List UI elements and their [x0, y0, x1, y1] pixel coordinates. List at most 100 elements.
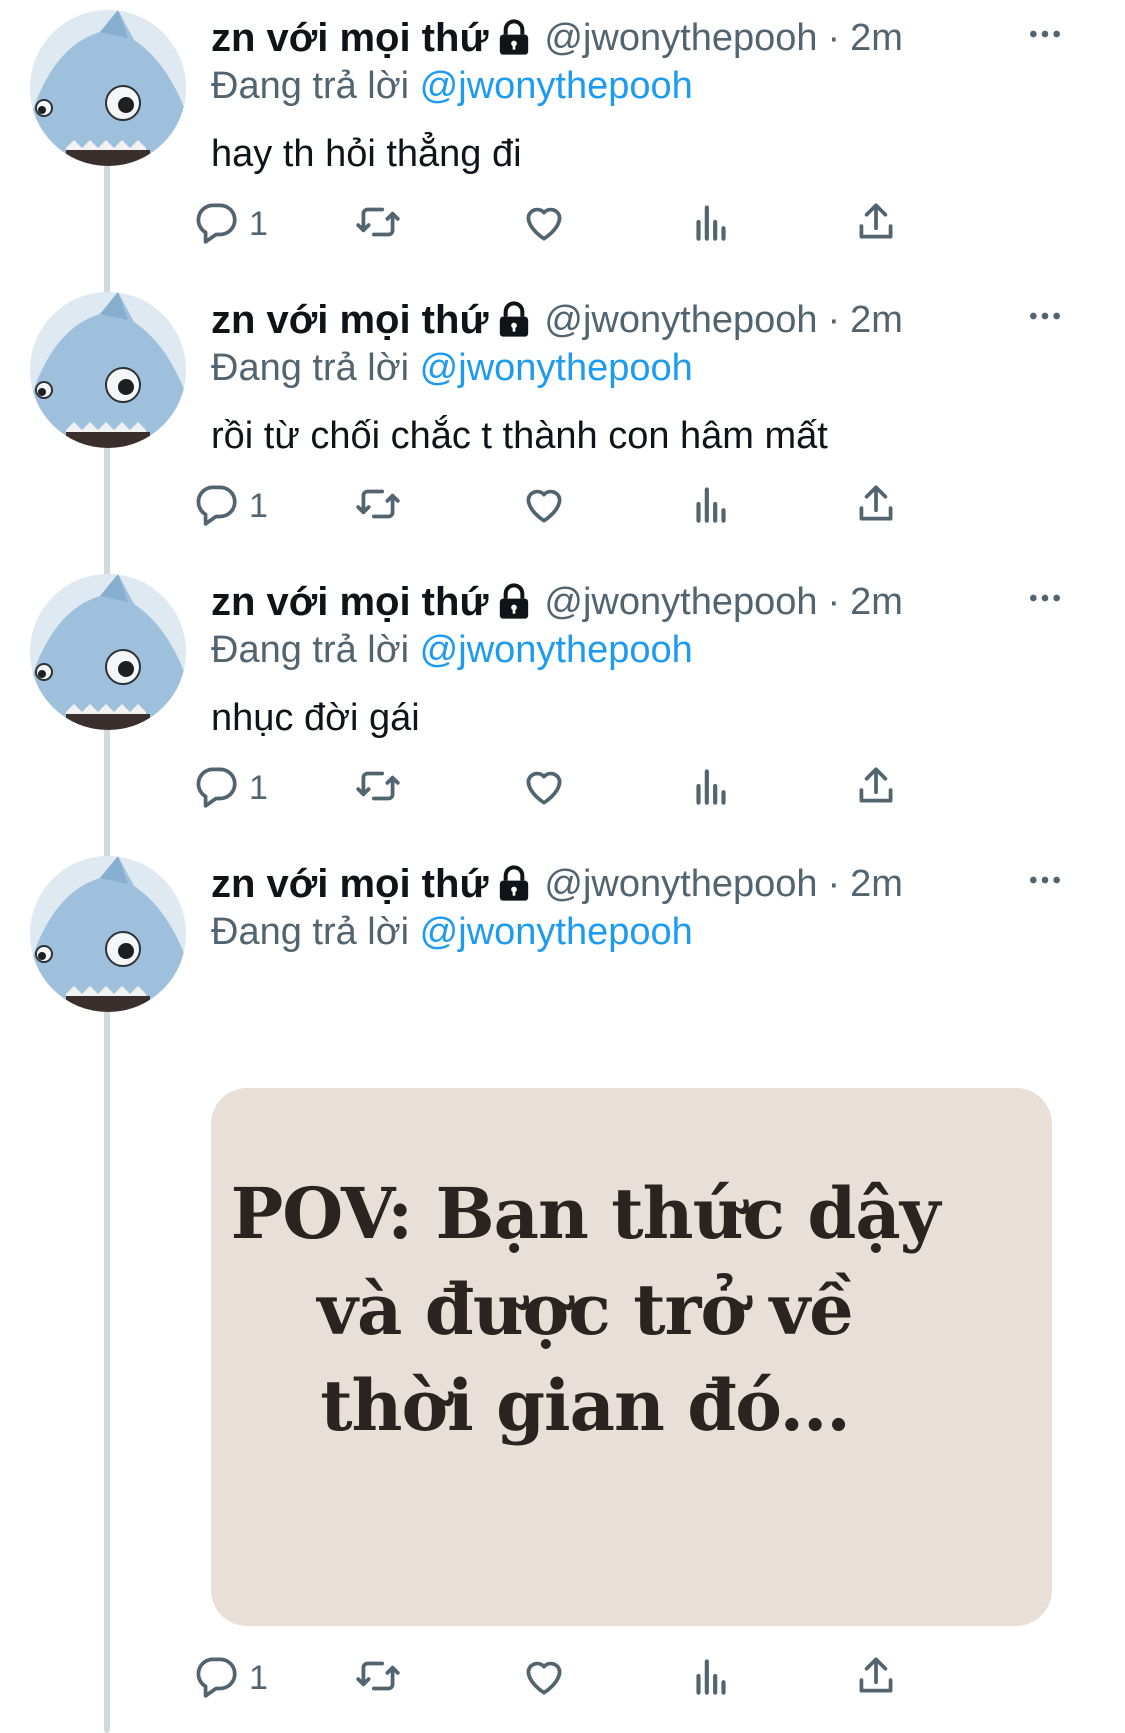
reply-icon: [191, 761, 241, 816]
reply-icon: [191, 479, 241, 534]
tweet-header: zn với mọi thứ @jwonythepooh · 2m: [211, 860, 1125, 908]
lock-icon: [494, 296, 534, 344]
share-button[interactable]: [851, 1650, 901, 1706]
replying-to-mention[interactable]: @jwonythepooh: [420, 347, 693, 389]
reply-button[interactable]: 1: [191, 478, 268, 534]
separator-dot: ·: [827, 581, 841, 623]
replying-to-mention[interactable]: @jwonythepooh: [420, 65, 693, 107]
tweet-media-image[interactable]: POV: Bạn thức dậy và được trở về thời gi…: [211, 1088, 1052, 1626]
tweet-time[interactable]: 2m: [850, 581, 903, 623]
replying-to: Đang trả lời @jwonythepooh: [211, 344, 1125, 392]
retweet-icon: [353, 197, 403, 252]
author-name[interactable]: zn với mọi thứ: [211, 862, 488, 906]
author-handle[interactable]: @jwonythepooh: [544, 17, 817, 59]
more-icon[interactable]: [1025, 860, 1065, 900]
replying-to-mention[interactable]: @jwonythepooh: [420, 629, 693, 671]
author-name[interactable]: zn với mọi thứ: [211, 580, 488, 624]
tweet-content: zn với mọi thứ @jwonythepooh · 2m Đang trả …: [211, 578, 1125, 742]
views-button[interactable]: [686, 1650, 736, 1706]
separator-dot: ·: [827, 17, 841, 59]
more-icon[interactable]: [1025, 14, 1065, 54]
author-handle[interactable]: @jwonythepooh: [544, 581, 817, 623]
like-button[interactable]: [519, 478, 569, 534]
tweet-text: hay th hỏi thẳng đi: [211, 133, 522, 175]
avatar[interactable]: [30, 856, 186, 1012]
author-handle[interactable]: @jwonythepooh: [544, 863, 817, 905]
retweet-button[interactable]: [353, 478, 403, 534]
more-icon[interactable]: [1025, 296, 1065, 336]
lock-icon: [494, 14, 534, 62]
like-button[interactable]: [519, 1650, 569, 1706]
retweet-button[interactable]: [353, 760, 403, 816]
share-icon: [851, 197, 901, 252]
tweet[interactable]: zn với mọi thứ @jwonythepooh · 2m Đang trả …: [0, 282, 1125, 564]
views-icon: [686, 1651, 736, 1706]
retweet-icon: [353, 1651, 403, 1706]
avatar[interactable]: [30, 292, 186, 448]
reply-count: 1: [249, 1658, 268, 1697]
share-icon: [851, 1651, 901, 1706]
reply-button[interactable]: 1: [191, 1650, 268, 1706]
views-icon: [686, 479, 736, 534]
like-icon: [519, 479, 569, 534]
replying-to-label: Đang trả lời: [211, 65, 420, 107]
tweet-content: zn với mọi thứ @jwonythepooh · 2m Đang trả …: [211, 860, 1125, 956]
media-caption: POV: Bạn thức dậy và được trở về thời gi…: [230, 1172, 941, 1447]
tweet[interactable]: zn với mọi thứ @jwonythepooh · 2m Đang trả …: [0, 846, 1125, 1733]
tweet-content: zn với mọi thứ @jwonythepooh · 2m Đang trả …: [211, 14, 1125, 178]
replying-to-label: Đang trả lời: [211, 629, 420, 671]
separator-dot: ·: [827, 863, 841, 905]
reply-count: 1: [249, 486, 268, 525]
avatar[interactable]: [30, 574, 186, 730]
tweet-actions: 1: [196, 196, 1011, 252]
tweet-actions: 1: [196, 1650, 1011, 1706]
like-icon: [519, 761, 569, 816]
tweet-header: zn với mọi thứ @jwonythepooh · 2m: [211, 14, 1125, 62]
tweet-time[interactable]: 2m: [850, 863, 903, 905]
replying-to-label: Đang trả lời: [211, 911, 420, 953]
reply-icon: [191, 1651, 241, 1706]
tweet-time[interactable]: 2m: [850, 17, 903, 59]
tweet-actions: 1: [196, 760, 1011, 816]
share-button[interactable]: [851, 196, 901, 252]
tweet-content: zn với mọi thứ @jwonythepooh · 2m Đang trả …: [211, 296, 1125, 460]
replying-to: Đang trả lời @jwonythepooh: [211, 626, 1125, 674]
tweet-actions: 1: [196, 478, 1011, 534]
retweet-icon: [353, 761, 403, 816]
views-icon: [686, 197, 736, 252]
retweet-icon: [353, 479, 403, 534]
tweet[interactable]: zn với mọi thứ @jwonythepooh · 2m Đang trả …: [0, 564, 1125, 846]
tweet-header: zn với mọi thứ @jwonythepooh · 2m: [211, 296, 1125, 344]
like-button[interactable]: [519, 760, 569, 816]
tweet-text: rồi từ chối chắc t thành con hâm mất: [211, 415, 828, 457]
reply-count: 1: [249, 768, 268, 807]
views-button[interactable]: [686, 196, 736, 252]
tweet-header: zn với mọi thứ @jwonythepooh · 2m: [211, 578, 1125, 626]
more-icon[interactable]: [1025, 578, 1065, 618]
replying-to: Đang trả lời @jwonythepooh: [211, 62, 1125, 110]
avatar[interactable]: [30, 10, 186, 166]
lock-icon: [494, 860, 534, 908]
like-button[interactable]: [519, 196, 569, 252]
reply-button[interactable]: 1: [191, 196, 268, 252]
like-icon: [519, 1651, 569, 1706]
author-name[interactable]: zn với mọi thứ: [211, 298, 488, 342]
replying-to-mention[interactable]: @jwonythepooh: [420, 911, 693, 953]
share-button[interactable]: [851, 478, 901, 534]
views-icon: [686, 761, 736, 816]
replying-to-label: Đang trả lời: [211, 347, 420, 389]
replying-to: Đang trả lời @jwonythepooh: [211, 908, 1125, 956]
separator-dot: ·: [827, 299, 841, 341]
tweet-text: nhục đời gái: [211, 697, 420, 739]
retweet-button[interactable]: [353, 1650, 403, 1706]
reply-count: 1: [249, 204, 268, 243]
share-button[interactable]: [851, 760, 901, 816]
tweet[interactable]: zn với mọi thứ @jwonythepooh · 2m Đang trả …: [0, 0, 1125, 282]
reply-button[interactable]: 1: [191, 760, 268, 816]
views-button[interactable]: [686, 478, 736, 534]
retweet-button[interactable]: [353, 196, 403, 252]
author-handle[interactable]: @jwonythepooh: [544, 299, 817, 341]
author-name[interactable]: zn với mọi thứ: [211, 16, 488, 60]
views-button[interactable]: [686, 760, 736, 816]
tweet-time[interactable]: 2m: [850, 299, 903, 341]
